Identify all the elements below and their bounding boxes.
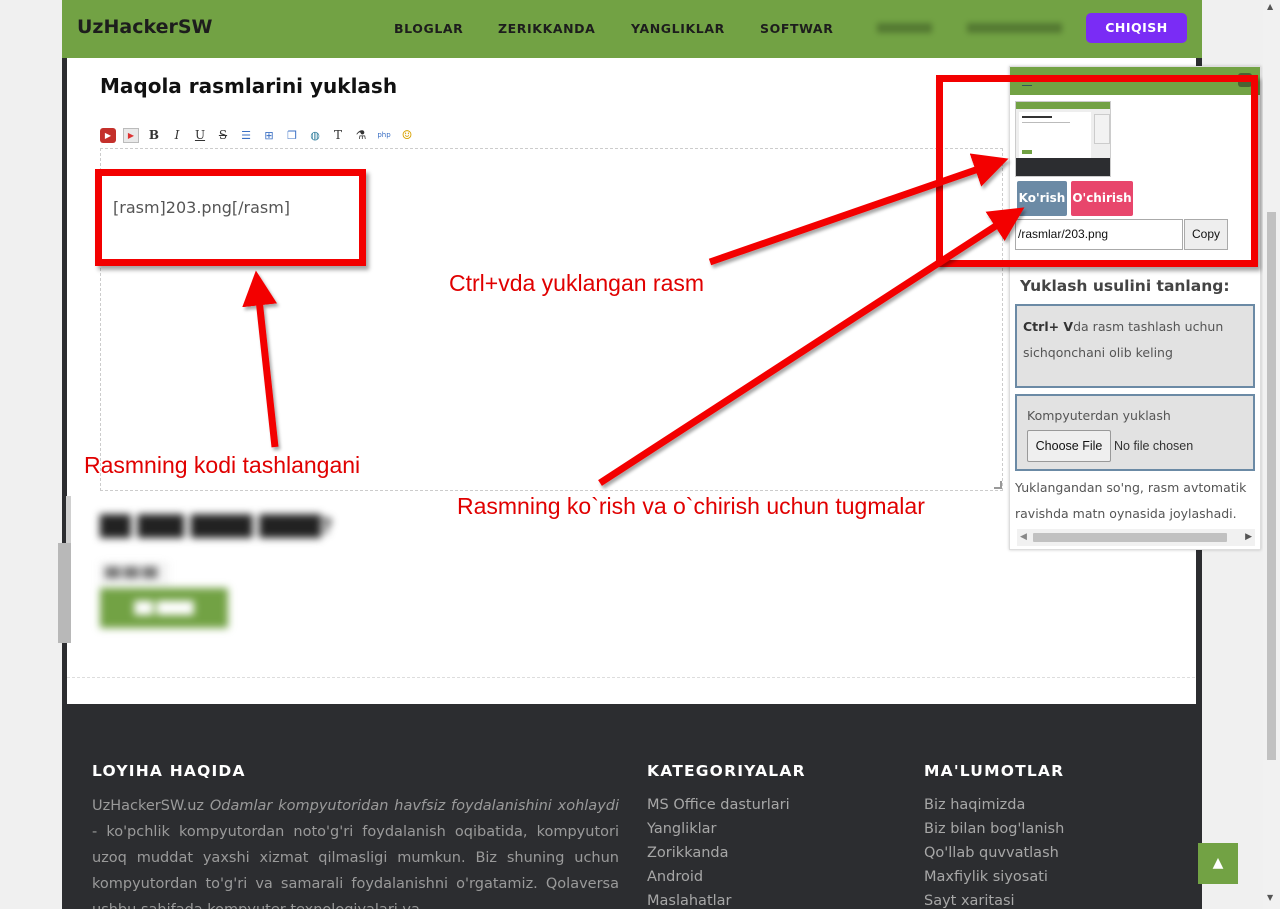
page-scrollbar-thumb[interactable] xyxy=(1267,212,1276,760)
upload-method-heading: Yuklash usulini tanlang: xyxy=(1020,277,1230,295)
scroll-right-icon[interactable]: ▶ xyxy=(1245,532,1252,542)
footer-info-list: Biz haqimizda Biz bilan bog'lanish Qo'll… xyxy=(924,793,1064,909)
video-icon[interactable]: ▶ xyxy=(123,127,139,143)
footer-category-link[interactable]: Yangliklar xyxy=(647,817,790,841)
nav-item-software[interactable]: SOFTWAR xyxy=(760,21,833,36)
captcha-submit-button[interactable]: ██ ████ xyxy=(100,588,228,628)
footer-info-heading: MA'LUMOTLAR xyxy=(924,762,1065,780)
page-title: Maqola rasmlarini yuklash xyxy=(100,74,398,98)
no-file-label: No file chosen xyxy=(1114,439,1194,453)
footer-category-link[interactable]: Android xyxy=(647,865,790,889)
annotation-image-code: Rasmning kodi tashlangani xyxy=(84,452,361,478)
footer-category-link[interactable]: Zorikkanda xyxy=(647,841,790,865)
paint-icon[interactable]: ⚗ xyxy=(353,128,369,143)
footer-about-rest: - ko'pchlik kompyutordan noto'g'ri foyda… xyxy=(92,824,619,909)
italic-icon[interactable]: I xyxy=(169,128,185,143)
computer-upload-label: Kompyuterdan yuklash xyxy=(1027,408,1171,423)
editor-resize-handle[interactable] xyxy=(994,481,1002,489)
footer-info-link[interactable]: Biz bilan bog'lanish xyxy=(924,817,1064,841)
annotation-pasted-image: Ctrl+vda yuklangan rasm xyxy=(449,270,705,296)
underline-icon[interactable]: U xyxy=(192,128,208,143)
captcha-question: ██ ███ ████ ████? xyxy=(100,514,333,538)
nav-item-bloglar[interactable]: BLOGLAR xyxy=(394,21,463,36)
site-footer: LOYIHA HAQIDA UzHackerSW.uz Odamlar komp… xyxy=(62,704,1202,909)
nav-item-yangliklar[interactable]: YANGLIKLAR xyxy=(631,21,725,36)
footer-category-link[interactable]: MS Office dasturlari xyxy=(647,793,790,817)
footer-info-link[interactable]: Biz haqimizda xyxy=(924,793,1064,817)
annotation-box-code xyxy=(95,169,366,266)
nav-item-blurred[interactable] xyxy=(877,23,932,33)
footer-info-link[interactable]: Maxfiylik siyosati xyxy=(924,865,1064,889)
logout-button[interactable]: CHIQISH xyxy=(1086,13,1187,43)
footer-info-link[interactable]: Qo'llab quvvatlash xyxy=(924,841,1064,865)
upload-note: Yuklangandan so'ng, rasm avtomatik ravis… xyxy=(1015,480,1247,521)
nav-item-blurred-2[interactable] xyxy=(967,23,1062,33)
footer-info-link[interactable]: Sayt xaritasi xyxy=(924,889,1064,909)
php-icon[interactable]: php xyxy=(376,128,392,143)
footer-categories-heading: KATEGORIYALAR xyxy=(647,762,806,780)
scrollbar-thumb[interactable] xyxy=(1033,533,1227,542)
youtube-icon[interactable]: ▶ xyxy=(100,127,116,143)
scroll-down-icon[interactable]: ▼ xyxy=(1267,893,1273,902)
paste-shortcut: Ctrl+ V xyxy=(1023,319,1074,334)
panel-horizontal-scrollbar[interactable]: ◀ ▶ xyxy=(1017,529,1255,546)
footer-about-site: UzHackerSW.uz xyxy=(92,798,205,814)
scroll-up-icon[interactable]: ▲ xyxy=(1267,2,1273,11)
side-tab-2 xyxy=(58,543,71,643)
footer-category-link[interactable]: Maslahatlar xyxy=(647,889,790,909)
computer-upload-box: Kompyuterdan yuklash Choose File No file… xyxy=(1015,394,1255,471)
scroll-to-top-button[interactable]: ▲ xyxy=(1198,843,1238,884)
smiley-icon[interactable]: ☺ xyxy=(399,128,415,143)
link-icon[interactable]: ⊞ xyxy=(261,128,277,143)
editor-toolbar: ▶ ▶ B I U S ☰ ⊞ ❐ ◍ T ⚗ php ☺ xyxy=(100,127,415,143)
captcha-input[interactable]: ██ ██ ██ xyxy=(100,563,168,585)
copy-icon[interactable]: ❐ xyxy=(284,128,300,143)
nav-item-zerikkanda[interactable]: ZERIKKANDA xyxy=(498,21,595,36)
bold-icon[interactable]: B xyxy=(146,128,162,143)
text-color-icon[interactable]: T xyxy=(330,128,346,143)
side-tab xyxy=(66,496,71,546)
annotation-buttons: Rasmning ko`rish va o`chirish uchun tugm… xyxy=(457,493,925,519)
footer-about-italic: Odamlar kompyutoridan havfsiz foydalanis… xyxy=(209,798,620,814)
site-logo[interactable]: UzHackerSW xyxy=(77,16,213,38)
choose-file-button[interactable]: Choose File xyxy=(1027,430,1111,462)
annotation-box-panel xyxy=(936,75,1258,267)
page-vertical-scrollbar[interactable]: ▲ ▼ xyxy=(1263,0,1280,909)
footer-about-heading: LOYIHA HAQIDA xyxy=(92,762,246,780)
scroll-left-icon[interactable]: ◀ xyxy=(1020,532,1027,542)
strike-icon[interactable]: S xyxy=(215,128,231,143)
globe-icon[interactable]: ◍ xyxy=(307,128,323,143)
chevron-up-icon: ▲ xyxy=(1212,855,1224,871)
list-icon[interactable]: ☰ xyxy=(238,128,254,143)
site-header: UzHackerSW BLOGLAR ZERIKKANDA YANGLIKLAR… xyxy=(62,0,1202,58)
content-divider xyxy=(67,677,1195,678)
footer-categories-list: MS Office dasturlari Yangliklar Zorikkan… xyxy=(647,793,790,909)
paste-drop-zone[interactable]: Ctrl+ Vda rasm tashlash uchun sichqoncha… xyxy=(1015,304,1255,388)
footer-about-text: UzHackerSW.uz Odamlar kompyutoridan havf… xyxy=(92,793,619,909)
